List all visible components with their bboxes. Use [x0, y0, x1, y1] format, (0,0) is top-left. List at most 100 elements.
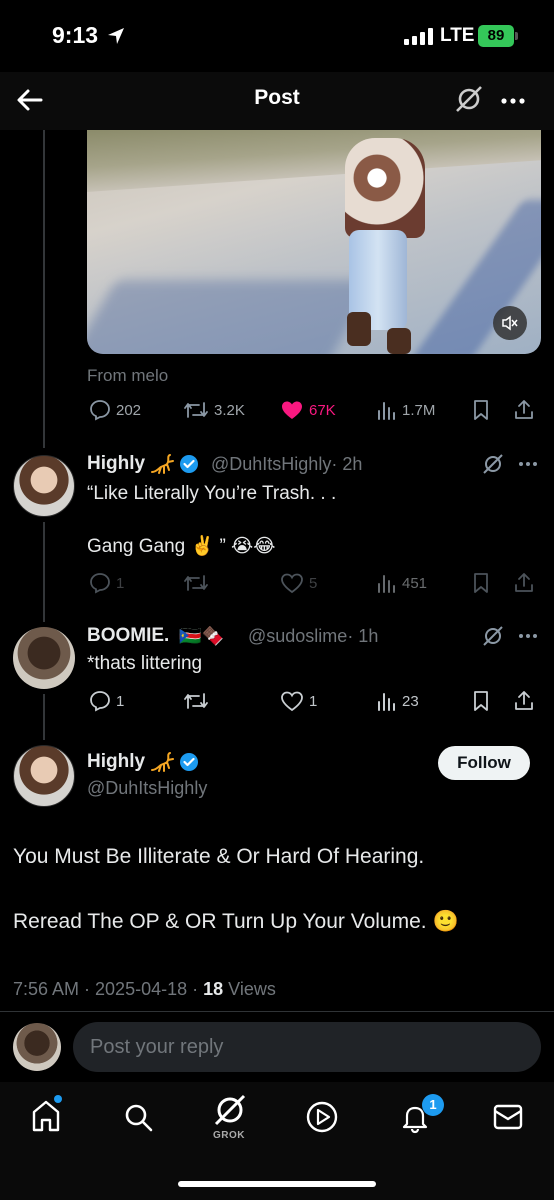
author-name[interactable]: Highly	[87, 453, 199, 475]
heart-icon	[281, 691, 303, 712]
bookmark-button[interactable]	[471, 690, 491, 712]
reply-count: 1	[116, 692, 125, 710]
post-text-line: You Must Be Illiterate & Or Hard Of Hear…	[13, 845, 425, 868]
share-button[interactable]	[513, 572, 535, 594]
share-icon	[515, 573, 533, 592]
repost-button[interactable]	[183, 690, 209, 712]
mail-icon[interactable]	[492, 1103, 524, 1131]
battery-icon: 89	[478, 25, 514, 47]
thread-line	[43, 694, 45, 740]
top-nav: Post	[0, 72, 554, 130]
search-icon[interactable]	[122, 1101, 154, 1133]
network-label: LTE	[440, 25, 475, 46]
reply-button[interactable]: 202	[89, 399, 141, 421]
video-source[interactable]: From melo	[87, 366, 168, 386]
grok-icon[interactable]	[212, 1092, 248, 1128]
author-handle[interactable]: @DuhItsHighly	[87, 778, 207, 799]
views-icon	[378, 402, 395, 420]
author-handle-text: @sudoslime	[248, 626, 348, 646]
share-icon	[515, 400, 533, 419]
scorpion-icon	[151, 454, 175, 474]
more-icon[interactable]	[516, 624, 540, 648]
battery-level: 89	[487, 27, 505, 44]
reply-count: 1	[116, 574, 125, 592]
video-shadow	[87, 280, 376, 354]
avatar	[13, 1023, 61, 1071]
follow-button[interactable]: Follow	[438, 746, 530, 780]
author-name-text: BOOMIE.	[87, 625, 170, 646]
post-time: · 2h	[331, 454, 363, 474]
repost-button[interactable]	[183, 572, 209, 594]
notifications-badge: 1	[422, 1094, 444, 1116]
thread-line	[43, 522, 45, 622]
author-handle-text: @DuhItsHighly	[211, 454, 332, 474]
grok-tab-label: GROK	[213, 1130, 245, 1141]
reply-button[interactable]: 1	[89, 572, 124, 594]
post-video[interactable]	[87, 130, 541, 354]
views-button[interactable]: 451	[375, 572, 427, 594]
verified-badge-icon	[180, 455, 199, 473]
grok-icon[interactable]	[454, 84, 484, 114]
more-icon[interactable]	[498, 86, 528, 116]
repost-icon	[184, 693, 208, 709]
scorpion-icon	[151, 752, 175, 772]
author-name[interactable]: Highly	[87, 751, 199, 773]
battery-tip	[515, 32, 518, 40]
like-count: 5	[309, 574, 318, 592]
signal-icon	[404, 28, 433, 45]
views-icon	[378, 693, 395, 711]
reply-icon	[90, 400, 110, 421]
home-icon[interactable]	[30, 1098, 62, 1134]
post-actions: 1 5 451	[87, 572, 542, 596]
thread-line	[43, 130, 45, 448]
share-icon	[515, 691, 533, 710]
views-label: Views	[223, 979, 276, 999]
reply-icon	[90, 691, 110, 712]
bookmark-icon	[474, 400, 488, 420]
grok-icon[interactable]	[481, 624, 505, 648]
author-handle[interactable]: @sudoslime· 1h	[248, 626, 378, 647]
status-time: 9:13	[52, 22, 99, 48]
views-count: 23	[402, 692, 419, 710]
reply-button[interactable]: 1	[89, 690, 124, 712]
avatar[interactable]	[13, 627, 75, 689]
share-button[interactable]	[513, 399, 535, 421]
views-button[interactable]: 1.7M	[375, 399, 435, 421]
like-button[interactable]: 1	[280, 690, 317, 712]
post-text-line: Gang Gang ✌️ ” 😭😂	[87, 536, 276, 557]
avatar[interactable]	[13, 455, 75, 517]
location-arrow-icon	[108, 28, 124, 44]
author-handle[interactable]: @DuhItsHighly· 2h	[211, 454, 362, 475]
reply-icon	[90, 573, 110, 594]
post-text-line: “Like Literally You’re Trash. . .	[87, 483, 337, 504]
views-button[interactable]: 23	[375, 690, 419, 712]
video-subject	[387, 328, 411, 354]
reply-input[interactable]: Post your reply	[73, 1022, 541, 1072]
like-button[interactable]: 5	[280, 572, 317, 594]
video-icon[interactable]	[305, 1100, 339, 1134]
reply-count: 202	[116, 401, 142, 419]
author-name-text: Highly	[87, 453, 146, 474]
post-time: · 1h	[347, 626, 379, 646]
post-actions: 202 3.2K 67K 1.7M	[87, 399, 542, 423]
share-button[interactable]	[513, 690, 535, 712]
repost-icon	[184, 402, 208, 418]
speaker-muted-icon	[502, 315, 518, 331]
more-icon[interactable]	[516, 452, 540, 476]
author-name[interactable]: BOOMIE. 🇸🇸🍫	[87, 625, 224, 647]
grok-icon[interactable]	[481, 452, 505, 476]
bookmark-icon	[474, 691, 488, 711]
bookmark-button[interactable]	[471, 399, 491, 421]
views-count: 18	[203, 979, 224, 999]
mute-button[interactable]	[493, 306, 527, 340]
views-count: 1.7M	[402, 401, 436, 419]
home-unread-dot	[54, 1095, 62, 1103]
status-bar: 9:13 LTE 89	[0, 0, 554, 72]
bookmark-button[interactable]	[471, 572, 491, 594]
repost-button[interactable]: 3.2K	[183, 399, 245, 421]
verified-badge-icon	[180, 753, 199, 771]
bookmark-icon	[474, 573, 488, 593]
avatar[interactable]	[13, 745, 75, 807]
video-subject	[347, 312, 371, 346]
like-button[interactable]: 67K	[280, 399, 336, 421]
